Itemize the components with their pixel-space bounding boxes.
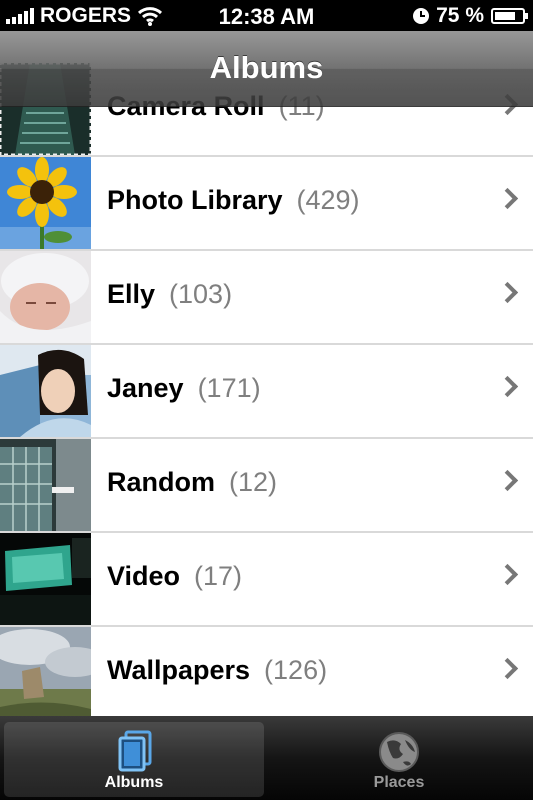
clock-icon <box>413 8 430 24</box>
theater-screen-photo <box>0 533 91 625</box>
status-right: 75 % <box>413 4 528 28</box>
chevron-right-icon <box>496 281 519 304</box>
tab-albums[interactable]: Albums <box>4 722 264 797</box>
album-row-janey[interactable]: Janey (171) <box>0 345 533 439</box>
album-title: Elly (103) <box>107 279 233 309</box>
album-title: Janey (171) <box>107 373 261 403</box>
album-row-video[interactable]: Video (17) <box>0 533 533 627</box>
album-title: Wallpapers (126) <box>107 655 328 685</box>
globe-icon <box>379 732 419 772</box>
tab-places[interactable]: Places <box>269 722 529 797</box>
albums-list[interactable]: Camera Roll(11) Photo Library(4 <box>0 63 533 721</box>
woman-portrait-photo <box>0 345 91 437</box>
page-title: Albums <box>209 50 324 85</box>
albums-icon <box>118 730 152 772</box>
chevron-right-icon <box>496 657 519 680</box>
chevron-right-icon <box>496 187 519 210</box>
building-photo <box>0 439 91 531</box>
tab-bar: Albums Places <box>0 716 533 800</box>
tab-label: Places <box>373 774 425 791</box>
album-row-wallpapers[interactable]: Wallpapers (126) <box>0 627 533 721</box>
album-row-elly[interactable]: Elly (103) <box>0 251 533 345</box>
chevron-right-icon <box>496 375 519 398</box>
battery-charging-icon <box>491 8 528 24</box>
album-row-photo-library[interactable]: Photo Library (429) <box>0 157 533 251</box>
tab-label: Albums <box>104 774 164 791</box>
battery-percent: 75 % <box>436 4 484 27</box>
chevron-right-icon <box>496 469 519 492</box>
status-bar: ROGERS 12:38 AM 75 % <box>0 0 533 31</box>
landscape-sky-photo <box>0 627 91 719</box>
navigation-bar: Albums <box>0 31 533 107</box>
album-title: Photo Library (429) <box>107 185 360 215</box>
baby-photo <box>0 251 91 343</box>
album-row-random[interactable]: Random (12) <box>0 439 533 533</box>
sunflower-photo <box>0 157 91 249</box>
chevron-right-icon <box>496 563 519 586</box>
album-title: Random (12) <box>107 467 278 497</box>
album-title: Video (17) <box>107 561 243 591</box>
